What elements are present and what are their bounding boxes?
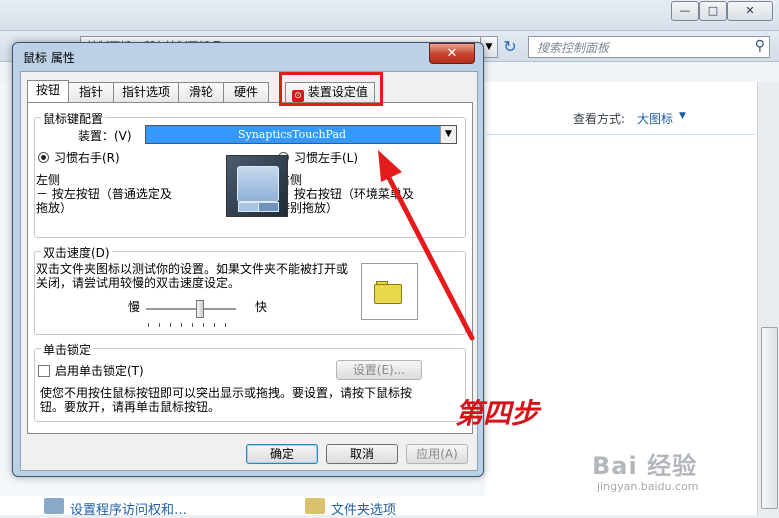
annotation-arrow-icon xyxy=(378,150,475,341)
step-annotation: 第四步 xyxy=(455,397,540,430)
